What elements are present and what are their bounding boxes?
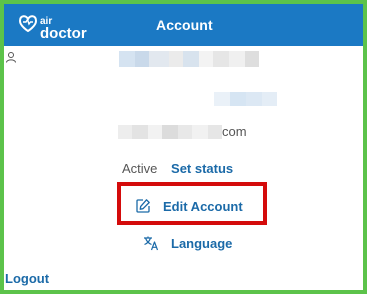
language-button[interactable]: Language [143, 235, 232, 251]
translate-icon [143, 235, 159, 251]
user-name-redacted [119, 51, 259, 67]
edit-icon [135, 198, 151, 214]
air-doctor-logo[interactable]: air doctor [18, 13, 100, 41]
user-icon [5, 51, 17, 63]
account-panel: air doctor Account com Active Set status… [0, 0, 367, 294]
edit-account-button[interactable]: Edit Account [135, 198, 243, 214]
user-email-redacted [118, 125, 222, 139]
page-title: Account [156, 17, 213, 33]
header-bar: air doctor Account [4, 4, 363, 46]
user-email-suffix: com [222, 124, 247, 139]
language-label: Language [171, 235, 233, 251]
user-phone-redacted [214, 92, 277, 106]
logout-link[interactable]: Logout [5, 271, 49, 286]
set-status-link[interactable]: Set status [171, 161, 233, 176]
edit-account-label: Edit Account [163, 198, 243, 214]
status-row: Active Set status [122, 161, 233, 176]
heart-logo-icon: air doctor [18, 15, 87, 41]
status-text: Active [122, 161, 158, 176]
svg-text:doctor: doctor [40, 25, 87, 41]
